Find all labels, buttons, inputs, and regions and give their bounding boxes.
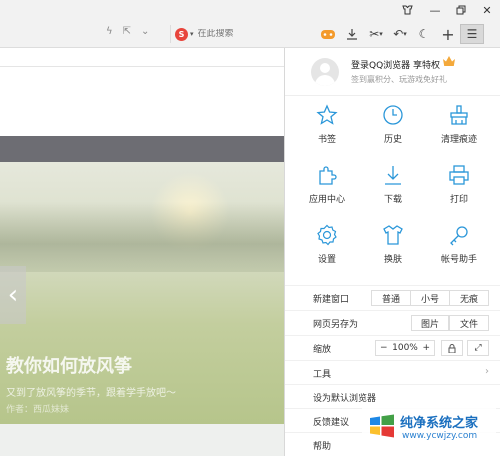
menu-item-label: 历史 <box>383 135 402 145</box>
login-title[interactable]: 登录QQ浏览器 享特权 <box>351 58 440 71</box>
share-icon[interactable]: ⇱ <box>123 26 131 42</box>
tshirt-icon <box>383 225 403 245</box>
toolbar-icons: ✂ ▾ ↶ ▾ ☾ + ☰ <box>316 24 484 44</box>
save-as-row: 网页另存为 图片 文件 <box>285 310 500 334</box>
menu-item-account-assistant[interactable]: 帐号助手 <box>429 224 489 274</box>
printer-icon <box>449 165 469 185</box>
download-icon[interactable] <box>340 24 364 44</box>
menu-item-label: 清理痕迹 <box>440 135 477 145</box>
zoom-out-button[interactable]: − <box>380 343 388 353</box>
search-box[interactable]: S ▾ <box>170 25 300 43</box>
undo-icon[interactable]: ↶ ▾ <box>388 24 412 44</box>
puzzle-icon <box>319 166 337 185</box>
scissors-icon[interactable]: ✂ ▾ <box>364 24 388 44</box>
chevron-down-icon[interactable]: ⌄ <box>141 26 149 42</box>
clock-icon <box>383 105 403 125</box>
zoom-control: − 100% + <box>375 340 435 356</box>
set-default-browser-row[interactable]: 设为默认浏览器 <box>285 384 500 408</box>
new-window-normal-button[interactable]: 普通 <box>371 290 411 306</box>
zoom-label: 缩放 <box>313 345 332 355</box>
login-section[interactable]: 登录QQ浏览器 享特权 签到赢积分、玩游戏免好礼 <box>285 48 500 96</box>
menu-item-label: 换肤 <box>383 255 402 265</box>
moon-icon[interactable]: ☾ <box>412 24 436 44</box>
tools-label: 工具 <box>313 370 332 380</box>
title-bar: — ✕ <box>0 0 500 20</box>
new-tab-icon[interactable]: + <box>436 24 460 44</box>
tree-line <box>0 202 284 272</box>
search-input[interactable] <box>197 29 278 39</box>
save-as-image-button[interactable]: 图片 <box>411 315 449 331</box>
menu-item-settings[interactable]: 设置 <box>297 224 357 274</box>
main-menu-panel: 登录QQ浏览器 享特权 签到赢积分、玩游戏免好礼 书签 历史 清理痕迹 应用中心… <box>284 48 500 456</box>
new-window-small-button[interactable]: 小号 <box>410 290 450 306</box>
menu-item-label: 下载 <box>383 195 402 205</box>
menu-item-clear-traces[interactable]: 清理痕迹 <box>429 104 489 154</box>
key-icon <box>450 226 468 246</box>
hero-subtitle: 又到了放风筝的季节，跟着学手放吧～ <box>6 388 176 399</box>
watermark-title: 纯净系统之家 <box>400 416 479 431</box>
lock-icon[interactable] <box>441 340 463 356</box>
set-default-browser-label: 设为默认浏览器 <box>313 394 377 404</box>
avatar[interactable] <box>311 58 339 86</box>
address-actions: ϟ ⇱ ⌄ <box>106 26 149 42</box>
minimize-icon[interactable]: — <box>424 2 446 18</box>
menu-item-bookmarks[interactable]: 书签 <box>297 104 357 154</box>
menu-icon[interactable]: ☰ <box>460 24 484 44</box>
menu-item-app-center[interactable]: 应用中心 <box>297 164 357 214</box>
lightning-icon[interactable]: ϟ <box>106 26 113 42</box>
watermark-url: www.ycwjzy.com <box>402 431 478 441</box>
download-icon <box>385 166 401 185</box>
search-engine-icon[interactable]: S <box>175 27 188 41</box>
star-icon <box>316 104 338 125</box>
menu-item-label: 书签 <box>317 135 336 145</box>
menu-item-print[interactable]: 打印 <box>429 164 489 214</box>
restore-icon[interactable] <box>450 2 472 18</box>
menu-item-download[interactable]: 下载 <box>363 164 423 214</box>
menu-item-label: 设置 <box>317 255 336 265</box>
login-subtitle: 签到赢积分、玩游戏免好礼 <box>351 75 447 84</box>
broom-icon <box>450 105 468 125</box>
watermark-logo-icon <box>370 414 394 438</box>
zoom-value: 100% <box>392 343 418 353</box>
search-engine-caret-icon[interactable]: ▾ <box>190 30 194 38</box>
close-icon[interactable]: ✕ <box>476 2 498 18</box>
watermark: 纯净系统之家 www.ycwjzy.com <box>362 406 496 448</box>
page-footer <box>0 424 284 456</box>
feedback-label: 反馈建议 <box>313 418 350 428</box>
save-as-label: 网页另存为 <box>313 320 359 330</box>
zoom-in-button[interactable]: + <box>422 343 430 353</box>
new-window-incognito-button[interactable]: 无痕 <box>449 290 489 306</box>
gear-icon <box>317 224 337 246</box>
hero-author: 作者：西瓜妹妹 <box>6 405 70 415</box>
new-window-label: 新建窗口 <box>313 295 350 305</box>
menu-item-label: 打印 <box>449 195 468 205</box>
menu-item-label: 应用中心 <box>308 195 345 205</box>
zoom-row: 缩放 − 100% + ⤢ <box>285 335 500 359</box>
new-window-row: 新建窗口 普通 小号 无痕 <box>285 285 500 309</box>
fullscreen-icon[interactable]: ⤢ <box>467 340 489 356</box>
hero-title[interactable]: 教你如何放风筝 <box>6 352 132 378</box>
web-page: ‹ 教你如何放风筝 又到了放风筝的季节，跟着学手放吧～ 作者：西瓜妹妹 <box>0 48 284 456</box>
toolbar: ϟ ⇱ ⌄ S ▾ ✂▾ ↶▾ ☾ + ☰ <box>0 20 500 48</box>
chevron-right-icon: › <box>485 366 489 377</box>
menu-item-history[interactable]: 历史 <box>363 104 423 154</box>
save-as-file-button[interactable]: 文件 <box>449 315 489 331</box>
nav-strip <box>0 136 284 162</box>
slider-prev-button[interactable]: ‹ <box>0 266 26 324</box>
menu-item-label: 帐号助手 <box>440 255 477 265</box>
help-label: 帮助 <box>313 442 332 452</box>
crown-icon <box>443 56 455 66</box>
menu-item-skin[interactable]: 换肤 <box>363 224 423 274</box>
game-icon[interactable] <box>316 24 340 44</box>
divider <box>0 66 284 67</box>
tools-row[interactable]: 工具 › <box>285 360 500 384</box>
skin-icon[interactable] <box>396 2 418 18</box>
